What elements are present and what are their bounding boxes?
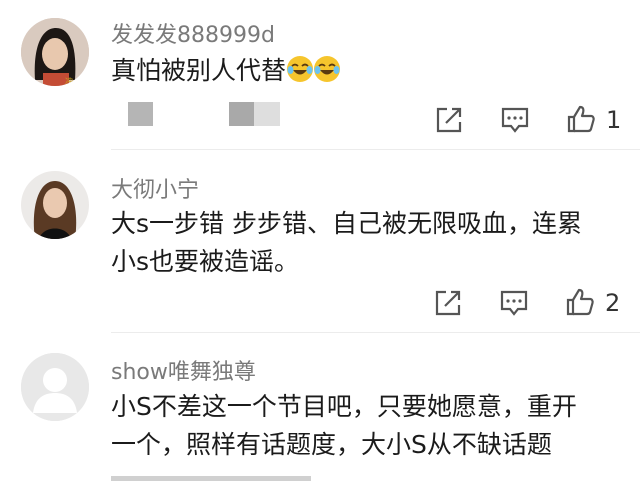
- comment-icon[interactable]: [499, 288, 529, 318]
- comment-actions: 1: [0, 100, 640, 140]
- comment-text-line: 大s一步错 步步错、自己被无限吸血，连累: [111, 209, 582, 238]
- svg-text:冲: 冲: [65, 76, 73, 86]
- comment-text: 大s一步错 步步错、自己被无限吸血，连累 小s也要被造谣。: [111, 205, 582, 281]
- comment-item: 大彻小宁 大s一步错 步步错、自己被无限吸血，连累 小s也要被造谣。 2: [0, 150, 640, 333]
- comment-item: 冲 发发发888999d 真怕被别人代替 1: [0, 0, 640, 150]
- username[interactable]: show唯舞独尊: [111, 354, 256, 386]
- avatar[interactable]: [21, 353, 89, 421]
- laugh-cry-emoji-icon: [287, 56, 314, 82]
- like-count: 2: [605, 289, 621, 317]
- blurred-meta: [111, 476, 311, 481]
- like-count: 1: [606, 106, 622, 134]
- share-icon[interactable]: [434, 105, 464, 135]
- comment-text-line: 真怕被别人代替: [111, 56, 287, 85]
- comment-item: show唯舞独尊 小S不差这一个节目吧，只要她愿意，重开 一个，照样有话题度，大…: [0, 333, 640, 481]
- comment-text: 小S不差这一个节目吧，只要她愿意，重开 一个，照样有话题度，大小S从不缺话题: [111, 388, 577, 464]
- comment-text-line: 一个，照样有话题度，大小S从不缺话题: [111, 430, 552, 459]
- username[interactable]: 发发发888999d: [111, 17, 275, 49]
- thumbs-up-icon[interactable]: [565, 287, 595, 317]
- avatar[interactable]: [21, 171, 89, 239]
- username[interactable]: 大彻小宁: [111, 172, 199, 204]
- comment-text-line: 小s也要被造谣。: [111, 247, 300, 276]
- avatar[interactable]: 冲: [21, 18, 89, 86]
- comment-text-line: 小S不差这一个节目吧，只要她愿意，重开: [111, 392, 577, 421]
- laugh-cry-emoji-icon: [314, 56, 341, 82]
- share-icon[interactable]: [433, 288, 463, 318]
- thumbs-up-icon[interactable]: [566, 104, 596, 134]
- comment-text: 真怕被别人代替: [111, 52, 341, 90]
- comment-actions: 2: [0, 284, 640, 324]
- comment-icon[interactable]: [500, 105, 530, 135]
